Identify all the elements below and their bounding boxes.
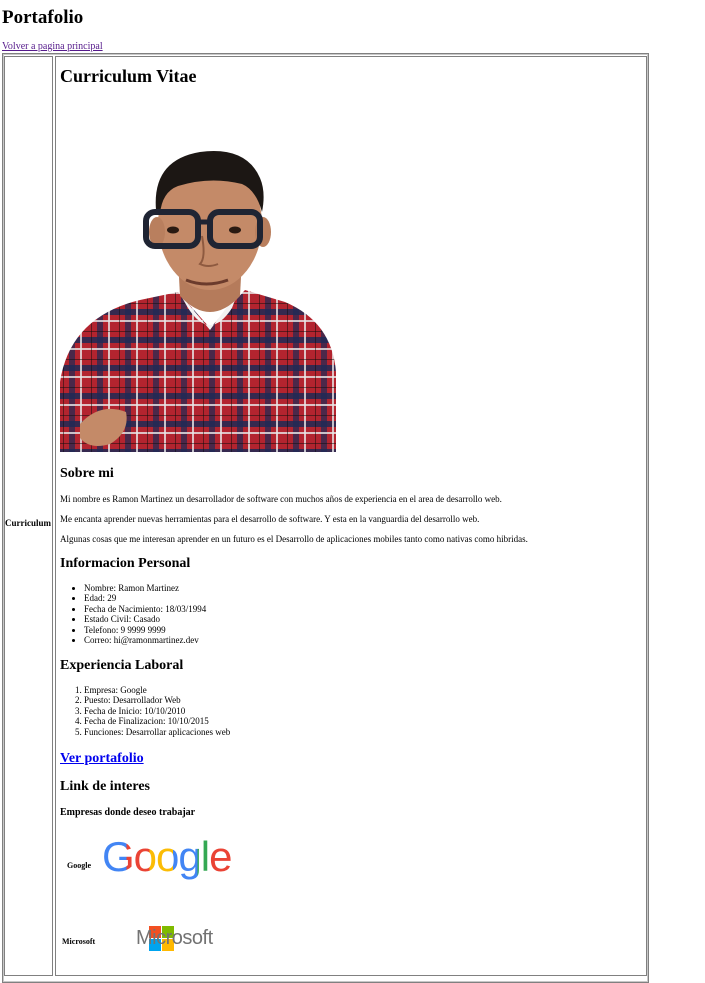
google-logo-text: Google xyxy=(102,833,232,880)
about-paragraph: Me encanta aprender nuevas herramientas … xyxy=(60,514,480,524)
list-item: Telefono: 9 9999 9999 xyxy=(84,625,206,635)
links-title: Link de interes xyxy=(60,779,150,794)
company-label-microsoft: Microsoft xyxy=(62,937,96,946)
list-item: Fecha de Finalizacion: 10/10/2015 xyxy=(84,716,230,726)
personal-info-title: Informacion Personal xyxy=(60,556,191,571)
view-portfolio-link[interactable]: Ver portafolio xyxy=(60,751,144,767)
about-title: Sobre mi xyxy=(60,466,114,481)
sidebar-label: Curriculum xyxy=(5,518,51,528)
list-item: Empresa: Google xyxy=(84,685,230,695)
sidebar-cell xyxy=(4,56,53,976)
google-logo[interactable]: Google xyxy=(102,833,232,880)
experience-title: Experiencia Laboral xyxy=(60,658,184,673)
list-item: Puesto: Desarrollador Web xyxy=(84,695,230,705)
companies-subtitle: Empresas donde deseo trabajar xyxy=(60,807,196,818)
company-label-google: Google xyxy=(67,861,91,870)
about-paragraph: Mi nombre es Ramon Martinez un desarroll… xyxy=(60,494,502,504)
experience-list: Empresa: Google Puesto: Desarrollador We… xyxy=(60,685,230,737)
list-item: Funciones: Desarrollar aplicaciones web xyxy=(84,727,230,737)
cv-title: Curriculum Vitae xyxy=(60,66,197,86)
list-item: Fecha de Inicio: 10/10/2010 xyxy=(84,706,230,716)
personal-info-list: Nombre: Ramon Martinez Edad: 29 Fecha de… xyxy=(60,583,206,645)
list-item: Correo: hi@ramonmartinez.dev xyxy=(84,635,206,645)
about-paragraph: Algunas cosas que me interesan aprender … xyxy=(60,534,528,544)
profile-photo-illustration xyxy=(60,132,336,452)
back-to-home-link[interactable]: Volver a pagina principal xyxy=(2,41,103,52)
microsoft-logo-text: Microsoft xyxy=(136,927,213,949)
list-item: Nombre: Ramon Martinez xyxy=(84,583,206,593)
list-item: Estado Civil: Casado xyxy=(84,614,206,624)
page-title: Portafolio xyxy=(2,7,84,28)
profile-photo xyxy=(60,132,336,452)
list-item: Edad: 29 xyxy=(84,593,206,603)
list-item: Fecha de Nacimiento: 18/03/1994 xyxy=(84,604,206,614)
